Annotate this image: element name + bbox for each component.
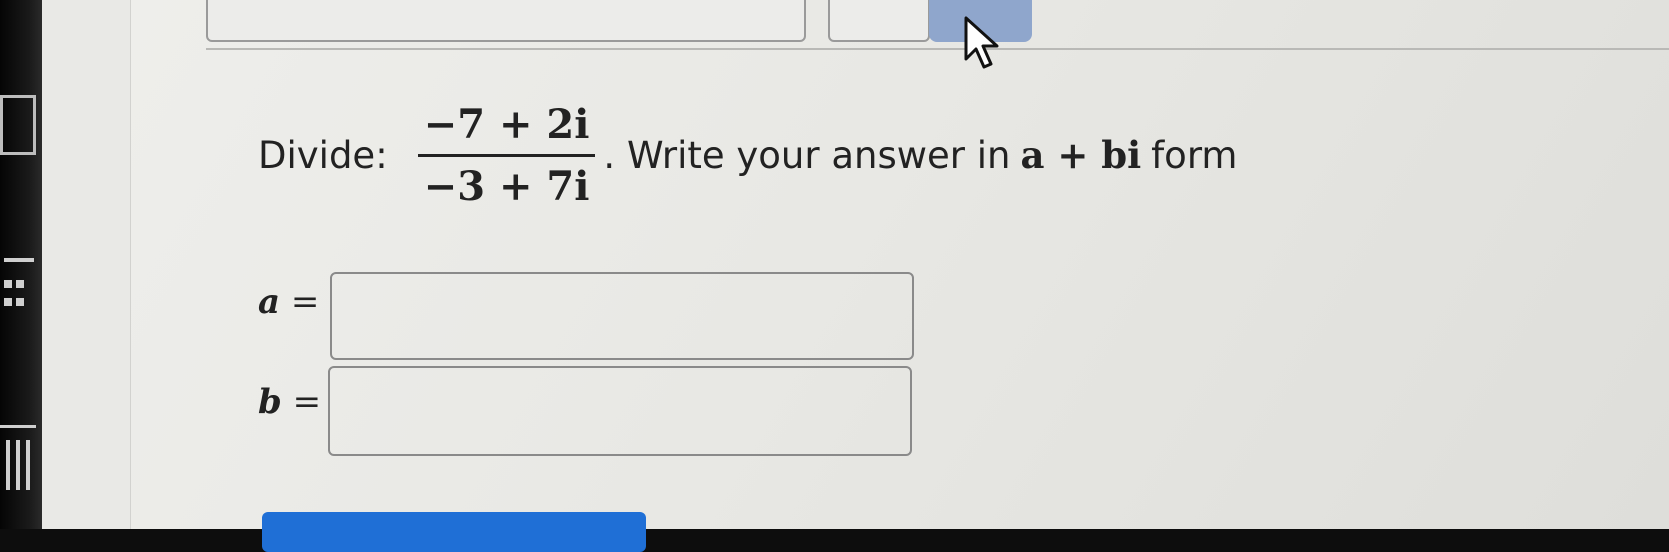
bezel-mark [4,280,12,288]
question-prefix: Divide: [258,133,388,177]
question-suffix: . Write your answer in [603,133,1011,177]
mouse-pointer-icon [964,16,999,69]
bezel-mark [0,425,36,428]
question-prompt: Divide: −7 + 2i −3 + 7i . Write your ans… [258,100,1237,210]
fraction: −7 + 2i −3 + 7i [417,100,596,210]
a-equals: = [290,282,320,322]
monitor-bezel [0,0,42,529]
bezel-mark [6,440,10,490]
b-equals: = [292,382,322,422]
a-input[interactable] [330,272,914,360]
bezel-mark [16,298,24,306]
bezel-mark [0,95,36,155]
bezel-mark [4,258,34,262]
top-toolbar-field[interactable] [206,0,806,42]
fraction-denominator: −3 + 7i [423,162,590,210]
a-variable: a [258,282,281,322]
left-panel [42,0,131,529]
b-variable: b [258,382,282,422]
question-form-tail: form [1151,133,1238,177]
b-label: b = [258,382,321,422]
a-label: a = [258,282,319,322]
bezel-mark [16,440,20,490]
top-toolbar-button[interactable] [828,0,930,42]
bezel-mark [4,298,12,306]
section-divider [206,48,1669,50]
b-input[interactable] [328,366,912,456]
answer-form-expression: a + bi [1020,133,1142,177]
fraction-numerator: −7 + 2i [423,100,590,148]
bezel-mark [26,440,30,490]
submit-button[interactable] [262,512,646,552]
bezel-mark [16,280,24,288]
